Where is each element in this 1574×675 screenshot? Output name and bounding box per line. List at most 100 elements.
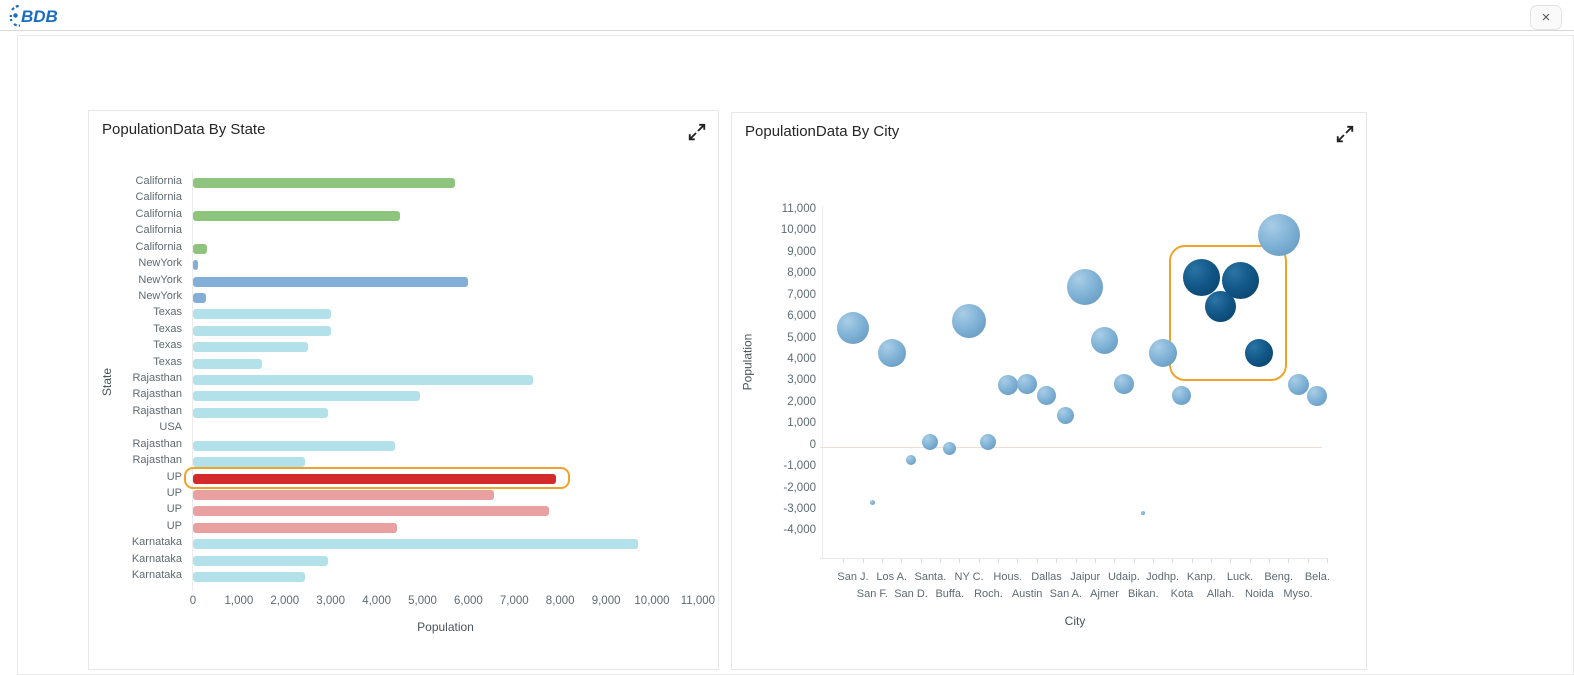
bubble-jaipur[interactable] [1067, 269, 1103, 305]
bar-texas[interactable] [193, 326, 331, 336]
bubble-buffa[interactable] [943, 442, 956, 455]
bar-karnataka[interactable] [193, 556, 328, 566]
bar-rajasthan[interactable] [193, 375, 533, 385]
y-axis-label: Rajasthan [89, 388, 182, 400]
bar-rajasthan[interactable] [193, 408, 328, 418]
x-axis-tickmark [959, 559, 960, 563]
x-axis-city-label: Bela. [1290, 571, 1344, 583]
y-axis-label: Rajasthan [89, 438, 182, 450]
y-axis-label: Texas [89, 339, 182, 351]
close-button[interactable]: × [1530, 5, 1562, 30]
x-axis-tickmark [1037, 559, 1038, 563]
bar-california[interactable] [193, 178, 455, 188]
y-axis-label: UP [89, 503, 182, 515]
bubble-sand[interactable] [906, 455, 916, 465]
bubble-chart-population-by-city: City Population 11,00010,0009,0008,0007,… [732, 113, 1366, 669]
x-axis-city-label: Myso. [1271, 588, 1325, 600]
y-axis-label: NewYork [89, 257, 182, 269]
y-axis-label: Texas [89, 306, 182, 318]
y-axis-label: NewYork [89, 290, 182, 302]
x-axis-title-population: Population [193, 620, 698, 634]
bar-rajasthan[interactable] [193, 441, 395, 451]
bubble-hous[interactable] [998, 375, 1018, 395]
y-axis-tick-label: 2,000 [756, 396, 816, 408]
bar-rajasthan[interactable] [193, 391, 420, 401]
bar-karnataka[interactable] [193, 572, 305, 582]
y-axis-tick-label: 7,000 [756, 289, 816, 301]
bar-california[interactable] [193, 244, 207, 254]
bubble-austin[interactable] [1017, 374, 1037, 394]
bar-texas[interactable] [193, 342, 308, 352]
bubble-losa[interactable] [878, 339, 906, 367]
card-population-by-state: PopulationData By State Population State… [88, 110, 719, 670]
x-axis-tickmark [1056, 559, 1057, 563]
bar-california[interactable] [193, 211, 400, 221]
bubble-ajmer[interactable] [1091, 327, 1118, 354]
y-axis-tick-label: -3,000 [756, 503, 816, 515]
y-axis-label: UP [89, 520, 182, 532]
bubble-sana[interactable] [1057, 407, 1074, 424]
bubble-kota[interactable] [1172, 386, 1191, 405]
bar-up[interactable] [193, 490, 494, 500]
x-axis-tickmark [1308, 559, 1309, 563]
bubble-jodhp[interactable] [1149, 339, 1177, 367]
y-axis-label: USA [89, 421, 182, 433]
bar-newyork[interactable] [193, 293, 206, 303]
bubble-sanf[interactable] [870, 500, 875, 505]
bubble-luck[interactable] [1222, 262, 1259, 299]
bubble-beng[interactable] [1258, 214, 1300, 256]
x-axis-tickmark [1230, 559, 1231, 563]
y-axis-tick-label: 5,000 [756, 332, 816, 344]
bubble-nyc[interactable] [952, 304, 986, 338]
bubble-noida[interactable] [1245, 339, 1273, 367]
bar-rajasthan[interactable] [193, 457, 305, 467]
card-population-by-city: PopulationData By City City Population 1… [731, 112, 1367, 670]
bubble-bikan[interactable] [1141, 511, 1145, 515]
y-axis-tick-label: -2,000 [756, 482, 816, 494]
x-axis-tickmark [979, 559, 980, 563]
bar-texas[interactable] [193, 309, 331, 319]
y-axis-label: Texas [89, 323, 182, 335]
y-axis-label: Rajasthan [89, 454, 182, 466]
bubble-dallas[interactable] [1037, 386, 1056, 405]
x-axis-tickmark [863, 559, 864, 563]
bubble-myso[interactable] [1288, 374, 1309, 395]
bar-up[interactable] [193, 506, 549, 516]
bar-up[interactable] [193, 523, 397, 533]
x-axis-tickmark [843, 559, 844, 563]
y-axis-label: Texas [89, 356, 182, 368]
bubble-bela[interactable] [1307, 386, 1327, 406]
y-axis-tick-label: -1,000 [756, 460, 816, 472]
y-axis-label: California [89, 224, 182, 236]
x-axis-tickmark [1134, 559, 1135, 563]
bar-karnataka[interactable] [193, 539, 638, 549]
x-axis-line [820, 558, 1328, 559]
y-axis-tick-label: 11,000 [756, 203, 816, 215]
y-axis-tick-label: 3,000 [756, 374, 816, 386]
bar-newyork[interactable] [193, 260, 198, 270]
bubble-sanj[interactable] [837, 312, 869, 344]
bar-newyork[interactable] [193, 277, 468, 287]
y-axis-tick-label: 0 [756, 439, 816, 451]
x-axis-tickmark [1250, 559, 1251, 563]
bubble-udaip[interactable] [1114, 374, 1134, 394]
x-axis-tickmark [1017, 559, 1018, 563]
y-axis-label: California [89, 191, 182, 203]
bar-texas[interactable] [193, 359, 262, 369]
x-axis-tickmark [1172, 559, 1173, 563]
x-axis-tickmark [1153, 559, 1154, 563]
y-axis-label: California [89, 241, 182, 253]
x-axis-tick-label: 11,000 [668, 595, 728, 607]
bubble-kanp[interactable] [1183, 259, 1220, 296]
bubble-santa[interactable] [922, 434, 938, 450]
x-axis-tickmark [1192, 559, 1193, 563]
x-axis-tickmark [940, 559, 941, 563]
y-axis-label: California [89, 175, 182, 187]
y-axis-tick-label: 6,000 [756, 310, 816, 322]
x-axis-tickmark [921, 559, 922, 563]
x-axis-tickmark [882, 559, 883, 563]
y-axis-label: California [89, 208, 182, 220]
y-axis-label: NewYork [89, 274, 182, 286]
x-axis-tickmark [901, 559, 902, 563]
selection-highlight-box [184, 467, 570, 489]
